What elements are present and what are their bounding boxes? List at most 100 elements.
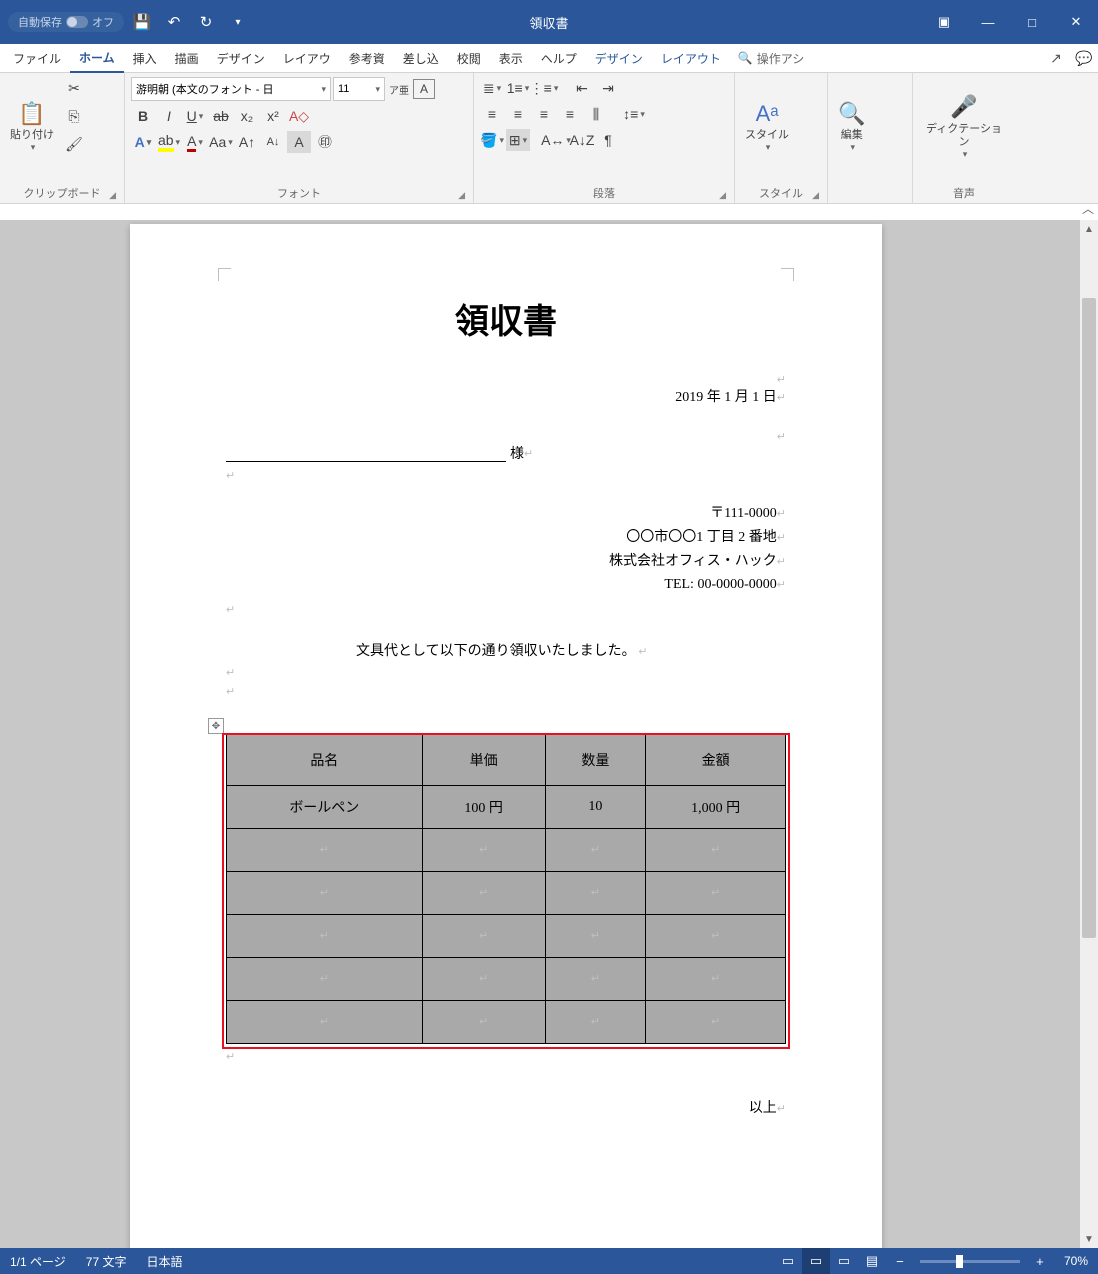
editing-button[interactable]: 🔍 編集 ▾	[834, 77, 869, 177]
page-count[interactable]: 1/1 ページ	[0, 1253, 76, 1270]
distributed-icon[interactable]: ⫼	[584, 103, 608, 125]
cell[interactable]: ↵	[227, 1001, 423, 1044]
cell[interactable]: ↵	[227, 958, 423, 1001]
subscript-icon[interactable]: x₂	[235, 105, 259, 127]
tab-design[interactable]: デザイン	[208, 45, 274, 72]
vertical-scrollbar[interactable]: ▲ ▼	[1080, 220, 1098, 1248]
cell[interactable]: ↵	[227, 872, 423, 915]
font-size-combo[interactable]: 11▾	[333, 77, 385, 101]
scroll-thumb[interactable]	[1082, 298, 1096, 938]
table-row[interactable]: ↵↵↵↵	[227, 958, 786, 1001]
launcher-icon[interactable]: ◢	[719, 190, 726, 201]
cell[interactable]: ↵	[646, 1001, 786, 1044]
close-icon[interactable]: ✕	[1054, 0, 1098, 44]
table-row[interactable]: ↵↵↵↵	[227, 915, 786, 958]
font-color-icon[interactable]: A▾	[183, 131, 207, 153]
numbering-icon[interactable]: 1≡▾	[506, 77, 530, 99]
cell[interactable]: ↵	[545, 1001, 646, 1044]
cell[interactable]: ↵	[422, 872, 545, 915]
launcher-icon[interactable]: ◢	[812, 190, 819, 201]
dictation-button[interactable]: 🎤 ディクテーション ▾	[919, 77, 1009, 177]
tab-home[interactable]: ホーム	[70, 44, 124, 73]
table-row[interactable]: ボールペン 100 円 10 1,000 円	[227, 786, 786, 829]
align-right-icon[interactable]: ≡	[532, 103, 556, 125]
ribbon-options-icon[interactable]: ▣	[922, 0, 966, 44]
bold-icon[interactable]: B	[131, 105, 155, 127]
minimize-icon[interactable]: —	[966, 0, 1010, 44]
justify-icon[interactable]: ≡	[558, 103, 582, 125]
scroll-down-icon[interactable]: ▼	[1080, 1230, 1098, 1248]
bullets-icon[interactable]: ≣▾	[480, 77, 504, 99]
cell[interactable]: 100 円	[422, 786, 545, 829]
phonetic-guide-icon[interactable]: ア亜	[387, 78, 411, 100]
launcher-icon[interactable]: ◢	[109, 190, 116, 201]
scroll-track[interactable]	[1080, 238, 1098, 1230]
cell[interactable]: ↵	[422, 915, 545, 958]
align-center-icon[interactable]: ≡	[506, 103, 530, 125]
scroll-up-icon[interactable]: ▲	[1080, 220, 1098, 238]
cell[interactable]: ↵	[545, 829, 646, 872]
undo-icon[interactable]: ↶	[160, 8, 188, 36]
read-mode-icon[interactable]: ▭	[774, 1248, 802, 1274]
shading-icon[interactable]: 🪣▾	[480, 129, 504, 151]
th-price[interactable]: 単価	[422, 735, 545, 786]
zoom-slider[interactable]	[920, 1260, 1020, 1263]
character-border-icon[interactable]: A	[413, 79, 435, 99]
cell[interactable]: ↵	[422, 1001, 545, 1044]
enclose-characters-icon[interactable]: ㊞	[313, 131, 337, 153]
table-move-handle-icon[interactable]: ✥	[208, 718, 224, 734]
cell[interactable]: 1,000 円	[646, 786, 786, 829]
table-row[interactable]: ↵↵↵↵	[227, 1001, 786, 1044]
text-effects-icon[interactable]: A▾	[131, 131, 155, 153]
word-count[interactable]: 77 文字	[76, 1253, 137, 1270]
focus-mode-icon[interactable]: ▤	[858, 1248, 886, 1274]
strikethrough-icon[interactable]: ab	[209, 105, 233, 127]
tab-references[interactable]: 参考資	[340, 45, 394, 72]
cell[interactable]: 10	[545, 786, 646, 829]
save-icon[interactable]: 💾	[128, 8, 156, 36]
cell[interactable]: ↵	[646, 872, 786, 915]
change-case-icon[interactable]: Aa▾	[209, 131, 233, 153]
cell[interactable]: ↵	[545, 915, 646, 958]
align-left-icon[interactable]: ≡	[480, 103, 504, 125]
web-layout-icon[interactable]: ▭	[830, 1248, 858, 1274]
grow-font-icon[interactable]: A↑	[235, 131, 259, 153]
cell[interactable]: ↵	[227, 829, 423, 872]
decrease-indent-icon[interactable]: ⇤	[570, 77, 594, 99]
th-amount[interactable]: 金額	[646, 735, 786, 786]
zoom-out-icon[interactable]: −	[886, 1248, 914, 1274]
styles-button[interactable]: Aᵃ スタイル ▾	[741, 77, 793, 177]
table-selection[interactable]: ✥ 品名 単価 数量 金額 ボールペン 100 円 10 1,000 円	[226, 734, 786, 1044]
zoom-thumb[interactable]	[956, 1255, 963, 1268]
superscript-icon[interactable]: x²	[261, 105, 285, 127]
show-marks-icon[interactable]: ¶	[596, 129, 620, 151]
tab-insert[interactable]: 挿入	[124, 45, 166, 72]
tab-mailings[interactable]: 差し込	[394, 45, 448, 72]
line-spacing-icon[interactable]: ↕≡▾	[622, 103, 646, 125]
copy-icon[interactable]: ⎘	[62, 105, 86, 127]
document-area[interactable]: 領収書 ↵ 2019 年 1 月 1 日↵ ↵ 様↵ ↵ 〒111-0000↵ …	[0, 220, 1080, 1248]
maximize-icon[interactable]: □	[1010, 0, 1054, 44]
tab-draw[interactable]: 描画	[166, 45, 208, 72]
highlight-icon[interactable]: ab▾	[157, 131, 181, 153]
tab-view[interactable]: 表示	[490, 45, 532, 72]
th-name[interactable]: 品名	[227, 735, 423, 786]
cell[interactable]: ↵	[646, 958, 786, 1001]
font-family-combo[interactable]: 游明朝 (本文のフォント - 日▾	[131, 77, 331, 101]
tab-table-layout[interactable]: レイアウト	[652, 45, 730, 72]
qat-customize-icon[interactable]: ▾	[224, 8, 252, 36]
cell[interactable]: ↵	[422, 958, 545, 1001]
print-layout-icon[interactable]: ▭	[802, 1248, 830, 1274]
sort-icon[interactable]: A↓Z	[570, 129, 594, 151]
char-scaling-icon[interactable]: A↔▾	[544, 129, 568, 151]
page[interactable]: 領収書 ↵ 2019 年 1 月 1 日↵ ↵ 様↵ ↵ 〒111-0000↵ …	[130, 224, 882, 1248]
language[interactable]: 日本語	[136, 1253, 192, 1270]
increase-indent-icon[interactable]: ⇥	[596, 77, 620, 99]
clear-formatting-icon[interactable]: A◇	[287, 105, 311, 127]
share-icon[interactable]: ↗	[1042, 50, 1070, 67]
cell[interactable]: ↵	[646, 829, 786, 872]
tab-file[interactable]: ファイル	[4, 45, 70, 72]
table-row[interactable]: ↵↵↵↵	[227, 872, 786, 915]
cell[interactable]: ↵	[227, 915, 423, 958]
cell[interactable]: ↵	[545, 958, 646, 1001]
